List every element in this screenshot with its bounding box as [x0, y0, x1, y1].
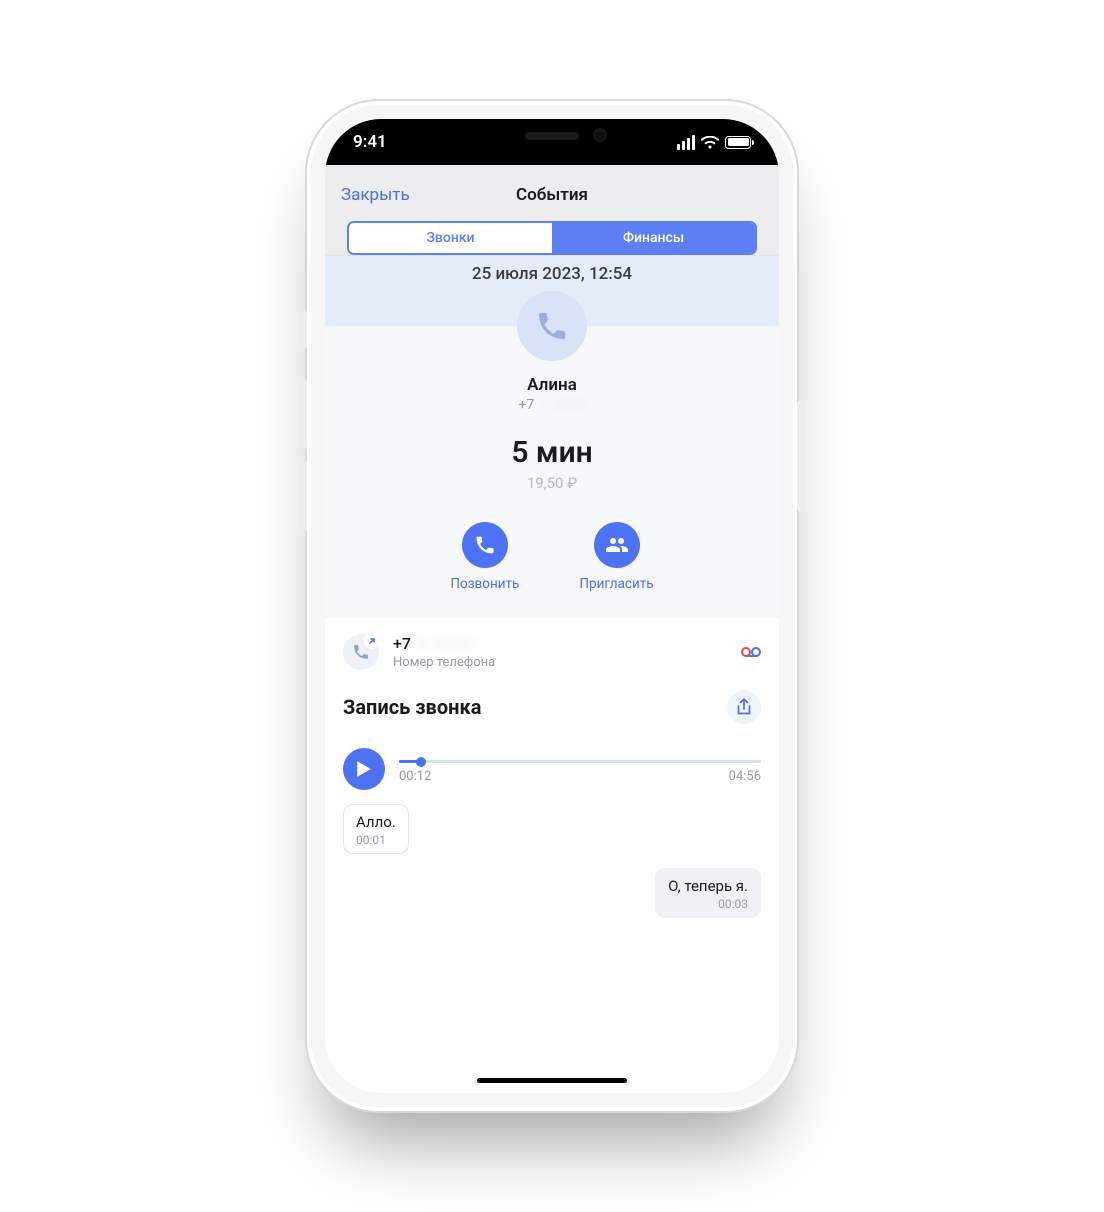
avatar — [517, 291, 587, 361]
invite-button-label: Пригласить — [579, 576, 653, 592]
handset-white-icon — [474, 534, 496, 556]
phone-frame: 9:41 Закрыть События Звонки Финансы — [307, 101, 797, 1111]
transcript-time: 00:03 — [668, 897, 748, 911]
home-indicator[interactable] — [477, 1078, 627, 1083]
header: Закрыть События Звонки Финансы — [325, 165, 779, 256]
number-row[interactable]: +7 ··· ···-··-·· Номер телефона — [325, 618, 779, 686]
audio-player: 00:12 04:56 — [325, 734, 779, 790]
people-icon — [605, 533, 629, 557]
total-time: 04:56 — [729, 769, 761, 784]
call-card: 25 июля 2023, 12:54 Алина +7 ··· ···-··-… — [325, 256, 779, 1093]
call-cost: 19,50 ₽ — [325, 474, 779, 492]
caller-phone: +7 ··· ···-··-·· — [325, 397, 779, 413]
close-button[interactable]: Закрыть — [341, 185, 410, 205]
play-icon — [356, 760, 372, 778]
tab-calls[interactable]: Звонки — [349, 223, 552, 253]
elapsed-time: 00:12 — [399, 769, 431, 784]
recording-title: Запись звонка — [343, 695, 481, 719]
tab-finance[interactable]: Финансы — [552, 223, 755, 253]
handset-icon — [535, 309, 569, 343]
call-button-label: Позвонить — [450, 576, 519, 592]
side-button — [302, 461, 307, 531]
status-time: 9:41 — [353, 132, 387, 152]
voicemail-icon — [741, 643, 761, 662]
wifi-icon — [701, 136, 719, 149]
transcript-bubble: О, теперь я. 00:03 — [655, 868, 761, 918]
signal-icon — [677, 135, 695, 150]
progress-track[interactable]: 00:12 04:56 — [399, 754, 761, 784]
side-button — [302, 311, 307, 349]
side-button — [797, 401, 802, 511]
transcript-time: 00:01 — [356, 833, 396, 847]
progress-thumb[interactable] — [416, 757, 426, 767]
transcript-text: О, теперь я. — [668, 877, 748, 895]
phone-notch — [447, 119, 657, 153]
number-value: +7 ··· ···-··-·· — [393, 634, 495, 653]
transcript-bubble: Алло. 00:01 — [343, 804, 409, 854]
outgoing-call-icon — [343, 634, 379, 670]
call-duration: 5 мин — [325, 435, 779, 470]
call-button[interactable]: Позвонить — [450, 522, 519, 592]
caller-name: Алина — [325, 375, 779, 395]
invite-button[interactable]: Пригласить — [579, 522, 653, 592]
play-button[interactable] — [343, 748, 385, 790]
share-button[interactable] — [727, 690, 761, 724]
transcript-text: Алло. — [356, 813, 396, 831]
number-sublabel: Номер телефона — [393, 655, 495, 670]
arrow-out-icon — [367, 636, 377, 646]
segmented-tabs: Звонки Финансы — [347, 221, 757, 255]
battery-icon — [725, 136, 751, 149]
transcript: Алло. 00:01 О, теперь я. 00:03 — [325, 790, 779, 918]
side-button — [302, 379, 307, 449]
share-icon — [736, 698, 752, 716]
